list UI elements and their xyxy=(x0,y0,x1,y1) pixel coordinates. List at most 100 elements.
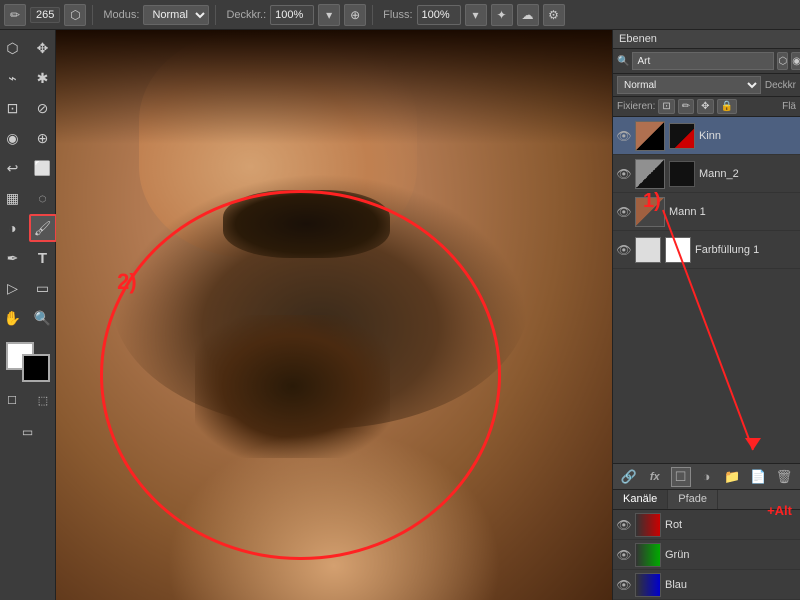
layer-visibility-mann1[interactable]: 👁 xyxy=(617,205,631,219)
new-group-btn[interactable]: 📁 xyxy=(722,467,742,487)
tool-group-6: ▦ ◌ xyxy=(0,184,57,212)
standard-mode[interactable]: ☐ xyxy=(0,386,26,414)
tool-group-2: ⌁ ✱ xyxy=(0,64,57,92)
fix-position-btn[interactable]: ⊡ xyxy=(658,99,674,114)
layers-fix-row: Fixieren: ⊡ ✏ ✥ 🔒 Flä xyxy=(613,97,800,117)
channel-thumb-rot xyxy=(635,513,661,537)
channel-eye-rot[interactable]: 👁 xyxy=(617,518,631,532)
layer-item-mann1[interactable]: 👁 Mann 1 xyxy=(613,193,800,231)
layer-visibility-mann2[interactable]: 👁 xyxy=(617,167,631,181)
layer-mask-farb xyxy=(665,237,691,263)
right-panel: Ebenen 🔍 ⬡ ◉ T ⚙ Normal Deckkr Fixieren:… xyxy=(612,30,800,600)
airbrush-icon[interactable]: ✦ xyxy=(491,4,513,26)
tool-group-7: ◑ 🖌 xyxy=(0,214,57,242)
layers-title: Ebenen xyxy=(619,33,657,45)
pen-tool[interactable]: ✒ xyxy=(0,244,27,272)
layer-filter-icon1[interactable]: ◉ xyxy=(791,52,800,70)
spot-heal-tool[interactable]: ◉ xyxy=(0,124,27,152)
clone-tool[interactable]: ⊕ xyxy=(29,124,57,152)
channel-eye-blau[interactable]: 👁 xyxy=(617,578,631,592)
shape-tool[interactable]: ▭ xyxy=(29,274,57,302)
layer-name-mann2: Mann_2 xyxy=(699,168,796,180)
channel-gruen[interactable]: 👁 Grün xyxy=(613,540,800,570)
screen-mode[interactable]: ▭ xyxy=(14,418,42,446)
crop-tool[interactable]: ⊡ xyxy=(0,94,27,122)
opacity-label: Deckkr xyxy=(765,80,796,91)
smoothing-icon[interactable]: ☁ xyxy=(517,4,539,26)
tool-group-1: ⬡ ✥ xyxy=(0,34,57,62)
link-layers-btn[interactable]: 🔗 xyxy=(619,467,639,487)
new-adjustment-btn[interactable]: ◑ xyxy=(696,467,716,487)
opacity-input[interactable] xyxy=(270,5,314,25)
gradient-tool[interactable]: ▦ xyxy=(0,184,27,212)
delete-layer-btn[interactable]: 🗑 xyxy=(774,467,794,487)
flow-arrow-icon[interactable]: ▾ xyxy=(465,4,487,26)
brush-size-display[interactable]: 265 xyxy=(30,7,60,23)
channel-name-blau: Blau xyxy=(665,579,796,591)
blend-mode-dropdown[interactable]: Normal xyxy=(617,76,761,94)
history-brush-tool[interactable]: ↩ xyxy=(0,154,27,182)
blur-tool[interactable]: ◌ xyxy=(29,184,57,212)
layer-visibility-farb[interactable]: 👁 xyxy=(617,243,631,257)
opacity-arrow-icon[interactable]: ▾ xyxy=(318,4,340,26)
pressure-icon[interactable]: ⊕ xyxy=(344,4,366,26)
tool-group-8: ✒ T xyxy=(0,244,57,272)
add-mask-btn[interactable]: ☐ xyxy=(671,467,691,487)
text-tool[interactable]: T xyxy=(29,244,57,272)
layer-item-kinn[interactable]: 👁 Kinn xyxy=(613,117,800,155)
layer-thumb-farb xyxy=(635,237,661,263)
hand-tool[interactable]: ✋ xyxy=(0,304,27,332)
flow-input[interactable] xyxy=(417,5,461,25)
brush-tool-icon[interactable]: ✏ xyxy=(4,4,26,26)
mode-dropdown[interactable]: Normal xyxy=(143,5,209,25)
channel-blau[interactable]: 👁 Blau xyxy=(613,570,800,600)
brush-picker-icon[interactable]: ⬡ xyxy=(64,4,86,26)
eraser-tool[interactable]: ⬜ xyxy=(29,154,57,182)
move-tool[interactable]: ✥ xyxy=(29,34,57,62)
fix-lock-btn[interactable]: 🔒 xyxy=(717,99,737,114)
layer-item-farbfuellung[interactable]: 👁 Farbfüllung 1 xyxy=(613,231,800,269)
canvas-area[interactable]: 2) xyxy=(56,30,612,600)
eyedropper-tool[interactable]: ⊘ xyxy=(29,94,57,122)
photo-canvas: 2) xyxy=(56,30,612,600)
layers-search-row: 🔍 ⬡ ◉ T ⚙ xyxy=(613,49,800,74)
layers-search-input[interactable] xyxy=(632,52,774,70)
neck-area xyxy=(167,429,501,600)
channels-panel: Kanäle Pfade 👁 Rot 👁 Grün 👁 Blau xyxy=(613,489,800,600)
dodge-tool[interactable]: ◑ xyxy=(0,214,27,242)
layer-visibility-kinn[interactable]: 👁 xyxy=(617,129,631,143)
layer-type-icon[interactable]: ⬡ xyxy=(777,52,788,70)
tab-pfade[interactable]: Pfade xyxy=(668,490,718,509)
tool-group-9: ▷ ▭ xyxy=(0,274,57,302)
channel-rot[interactable]: 👁 Rot xyxy=(613,510,800,540)
layer-name-mann1: Mann 1 xyxy=(669,206,796,218)
layer-item-mann2[interactable]: 👁 Mann_2 xyxy=(613,155,800,193)
background-color[interactable] xyxy=(22,354,50,382)
lasso-tool[interactable]: ⌁ xyxy=(0,64,27,92)
tab-kanale[interactable]: Kanäle xyxy=(613,490,668,509)
top-toolbar: ✏ 265 ⬡ Modus: Normal Deckkr.: ▾ ⊕ Fluss… xyxy=(0,0,800,30)
tool-group-5: ↩ ⬜ xyxy=(0,154,57,182)
fix-brush-btn[interactable]: ✏ xyxy=(678,99,694,114)
magic-wand-tool[interactable]: ✱ xyxy=(29,64,57,92)
selection-tool[interactable]: ⬡ xyxy=(0,34,27,62)
color-swatch-area[interactable] xyxy=(6,342,50,382)
channel-eye-gruen[interactable]: 👁 xyxy=(617,548,631,562)
channels-tabs: Kanäle Pfade xyxy=(613,490,800,510)
tool-group-4: ◉ ⊕ xyxy=(0,124,57,152)
new-layer-btn[interactable]: 📄 xyxy=(748,467,768,487)
zoom-tool[interactable]: 🔍 xyxy=(29,304,57,332)
opacity-label: Deckkr.: xyxy=(226,9,266,21)
fix-transform-btn[interactable]: ✥ xyxy=(697,99,713,114)
fx-btn[interactable]: fx xyxy=(645,467,665,487)
layers-panel-header: Ebenen xyxy=(613,30,800,49)
mode-label: Modus: xyxy=(103,9,139,21)
settings-icon[interactable]: ⚙ xyxy=(543,4,565,26)
mode-icons: ☐ ⬚ xyxy=(0,386,57,414)
quick-mask-mode[interactable]: ⬚ xyxy=(29,386,57,414)
path-select-tool[interactable]: ▷ xyxy=(0,274,27,302)
mustache-area xyxy=(223,190,390,258)
brush-tool[interactable]: 🖌 xyxy=(29,214,57,242)
left-tool-panel: ⬡ ✥ ⌁ ✱ ⊡ ⊘ ◉ ⊕ ↩ ⬜ ▦ ◌ ◑ 🖌 ✒ T xyxy=(0,30,56,600)
layer-list: 👁 Kinn 👁 Mann_2 👁 Mann 1 👁 xyxy=(613,117,800,463)
